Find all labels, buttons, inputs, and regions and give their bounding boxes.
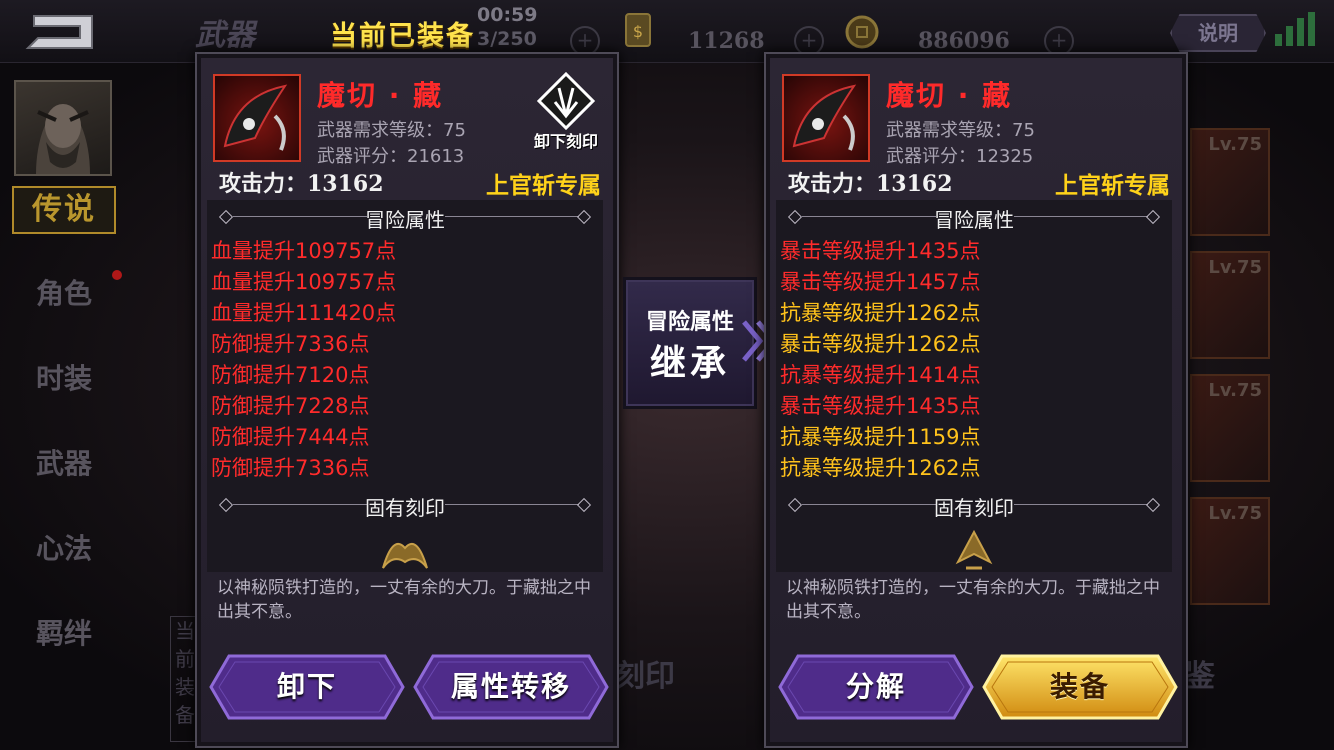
card-level: Lv.75 <box>1208 380 1262 401</box>
attribute-row: 血量提升111420点 <box>211 301 397 325</box>
bg-weapon-card[interactable]: Lv.75 <box>1190 251 1270 359</box>
inherit-attribute-button[interactable]: 冒险属性 继承 <box>626 280 754 406</box>
weapon-name: 魔切 · 藏 <box>317 79 444 112</box>
inherit-line2: 继承 <box>649 343 730 384</box>
back-arrow-icon <box>25 15 93 49</box>
blade-icon <box>223 84 288 151</box>
compared-weapon-panel: 魔切 · 藏 武器需求等级：75 武器评分：12325 攻击力：13162 上官… <box>764 52 1188 748</box>
weapon-level-requirement: 武器需求等级：75 <box>886 120 1035 141</box>
attack-power: 攻击力：13162 <box>788 171 953 197</box>
button-label: 卸下 <box>276 670 337 703</box>
notification-dot <box>112 270 122 280</box>
attribute-row: 抗暴等级提升1414点 <box>780 363 981 387</box>
attribute-row: 抗暴等级提升1262点 <box>780 456 981 480</box>
attribute-box: 冒险属性 血量提升109757点 血量提升109757点 血量提升111420点 防御… <box>207 200 603 572</box>
exclusive-label: 上官斩专属 <box>486 173 601 199</box>
attribute-row: 血量提升109757点 <box>211 270 397 294</box>
character-face-icon <box>36 104 90 174</box>
transfer-attr-button[interactable]: 属性转移 <box>411 652 611 722</box>
button-label: 装备 <box>1049 670 1110 703</box>
attribute-row: 防御提升7228点 <box>211 394 370 418</box>
attribute-row: 暴击等级提升1457点 <box>780 270 981 294</box>
attribute-list: 暴击等级提升1435点 暴击等级提升1457点 抗暴等级提升1262点 暴击等级提升1… <box>780 236 980 484</box>
unseal-arrow-icon <box>537 72 595 130</box>
equipped-weapon-panel: 魔切 · 藏 武器需求等级：75 武器评分：21613 卸下刻印 攻击力：131… <box>195 52 619 748</box>
unequip-button[interactable]: 卸下 <box>207 652 407 722</box>
help-button[interactable]: 说明 <box>1170 14 1266 52</box>
unseal-button[interactable]: 卸下刻印 <box>529 72 603 152</box>
currency1-value: 11268 <box>688 28 765 54</box>
nav-bond[interactable]: 羁绊 <box>36 612 92 652</box>
section-title: 冒险属性 <box>365 208 445 232</box>
weapon-score: 武器评分：12325 <box>886 146 1034 167</box>
exclusive-label: 上官斩专属 <box>1055 173 1170 199</box>
bg-seal-button: 刻印 <box>615 659 675 694</box>
attribute-box: 冒险属性 暴击等级提升1435点 暴击等级提升1457点 抗暴等级提升1262点 暴击… <box>776 200 1172 572</box>
attribute-list: 血量提升109757点 血量提升109757点 血量提升111420点 防御提升733… <box>211 236 396 484</box>
dismantle-button[interactable]: 分解 <box>776 652 976 722</box>
weapon-image[interactable] <box>213 74 301 162</box>
bg-appraise-button: 鉴 <box>1185 659 1215 694</box>
clock: 00:59 <box>477 4 538 26</box>
section-title: 冒险属性 <box>934 208 1014 232</box>
character-portrait[interactable] <box>14 80 112 176</box>
seal-header: 固有刻印 <box>786 492 1162 520</box>
page-title: 武器 <box>195 18 255 53</box>
section-title: 固有刻印 <box>365 496 445 520</box>
tab-legend[interactable]: 传说 <box>12 186 116 234</box>
button-label: 分解 <box>845 670 906 703</box>
attribute-row: 抗暴等级提升1262点 <box>780 301 981 325</box>
currency2-value: 886096 <box>918 28 1010 54</box>
bg-weapon-card[interactable]: Lv.75 <box>1190 128 1270 236</box>
blade-icon <box>792 84 857 151</box>
svg-text:$: $ <box>633 22 643 41</box>
seal-emblem-icon[interactable] <box>946 528 1002 572</box>
nav-weapon[interactable]: 武器 <box>36 442 92 482</box>
attribute-row: 防御提升7336点 <box>211 456 370 480</box>
attribute-row: 暴击等级提升1435点 <box>780 394 981 418</box>
weapon-level-requirement: 武器需求等级：75 <box>317 120 466 141</box>
weapon-image[interactable] <box>782 74 870 162</box>
weapon-description: 以神秘陨铁打造的，一丈有余的大刀。于藏拙之中出其不意。 <box>217 578 591 622</box>
attribute-row: 暴击等级提升1262点 <box>780 332 981 356</box>
button-label: 属性转移 <box>450 670 571 703</box>
inherit-line1: 冒险属性 <box>645 310 734 335</box>
signal-icon <box>1275 12 1315 46</box>
adventure-attr-header: 冒险属性 <box>217 204 593 232</box>
nav-fashion[interactable]: 时装 <box>36 357 92 397</box>
weapon-score: 武器评分：21613 <box>317 146 465 167</box>
attribute-row: 防御提升7336点 <box>211 332 370 356</box>
card-level: Lv.75 <box>1208 257 1262 278</box>
attribute-row: 暴击等级提升1435点 <box>780 239 981 263</box>
gold-card-icon: $ <box>624 12 652 47</box>
unseal-label: 卸下刻印 <box>533 132 598 151</box>
equip-button[interactable]: 装备 <box>980 652 1180 722</box>
back-button[interactable] <box>22 12 96 52</box>
attribute-row: 防御提升7120点 <box>211 363 370 387</box>
attribute-row: 防御提升7444点 <box>211 425 370 449</box>
section-title: 固有刻印 <box>934 496 1014 520</box>
equipped-label: 当前已装备 <box>330 21 475 52</box>
attribute-row: 抗暴等级提升1159点 <box>780 425 981 449</box>
card-level: Lv.75 <box>1208 134 1262 155</box>
coin-icon <box>844 14 880 50</box>
seal-emblem-icon[interactable] <box>377 528 433 572</box>
nav-character[interactable]: 角色 <box>36 272 92 312</box>
seal-header: 固有刻印 <box>217 492 593 520</box>
weapon-count: 3/250 <box>477 28 537 50</box>
card-level: Lv.75 <box>1208 503 1262 524</box>
weapon-description: 以神秘陨铁打造的，一丈有余的大刀。于藏拙之中出其不意。 <box>786 578 1160 622</box>
bg-weapon-card[interactable]: Lv.75 <box>1190 374 1270 482</box>
nav-mind[interactable]: 心法 <box>36 527 92 567</box>
weapon-name: 魔切 · 藏 <box>886 79 1013 112</box>
attribute-row: 血量提升109757点 <box>211 239 397 263</box>
attack-power: 攻击力：13162 <box>219 171 384 197</box>
adventure-attr-header: 冒险属性 <box>786 204 1162 232</box>
bg-weapon-card[interactable]: Lv.75 <box>1190 497 1270 605</box>
